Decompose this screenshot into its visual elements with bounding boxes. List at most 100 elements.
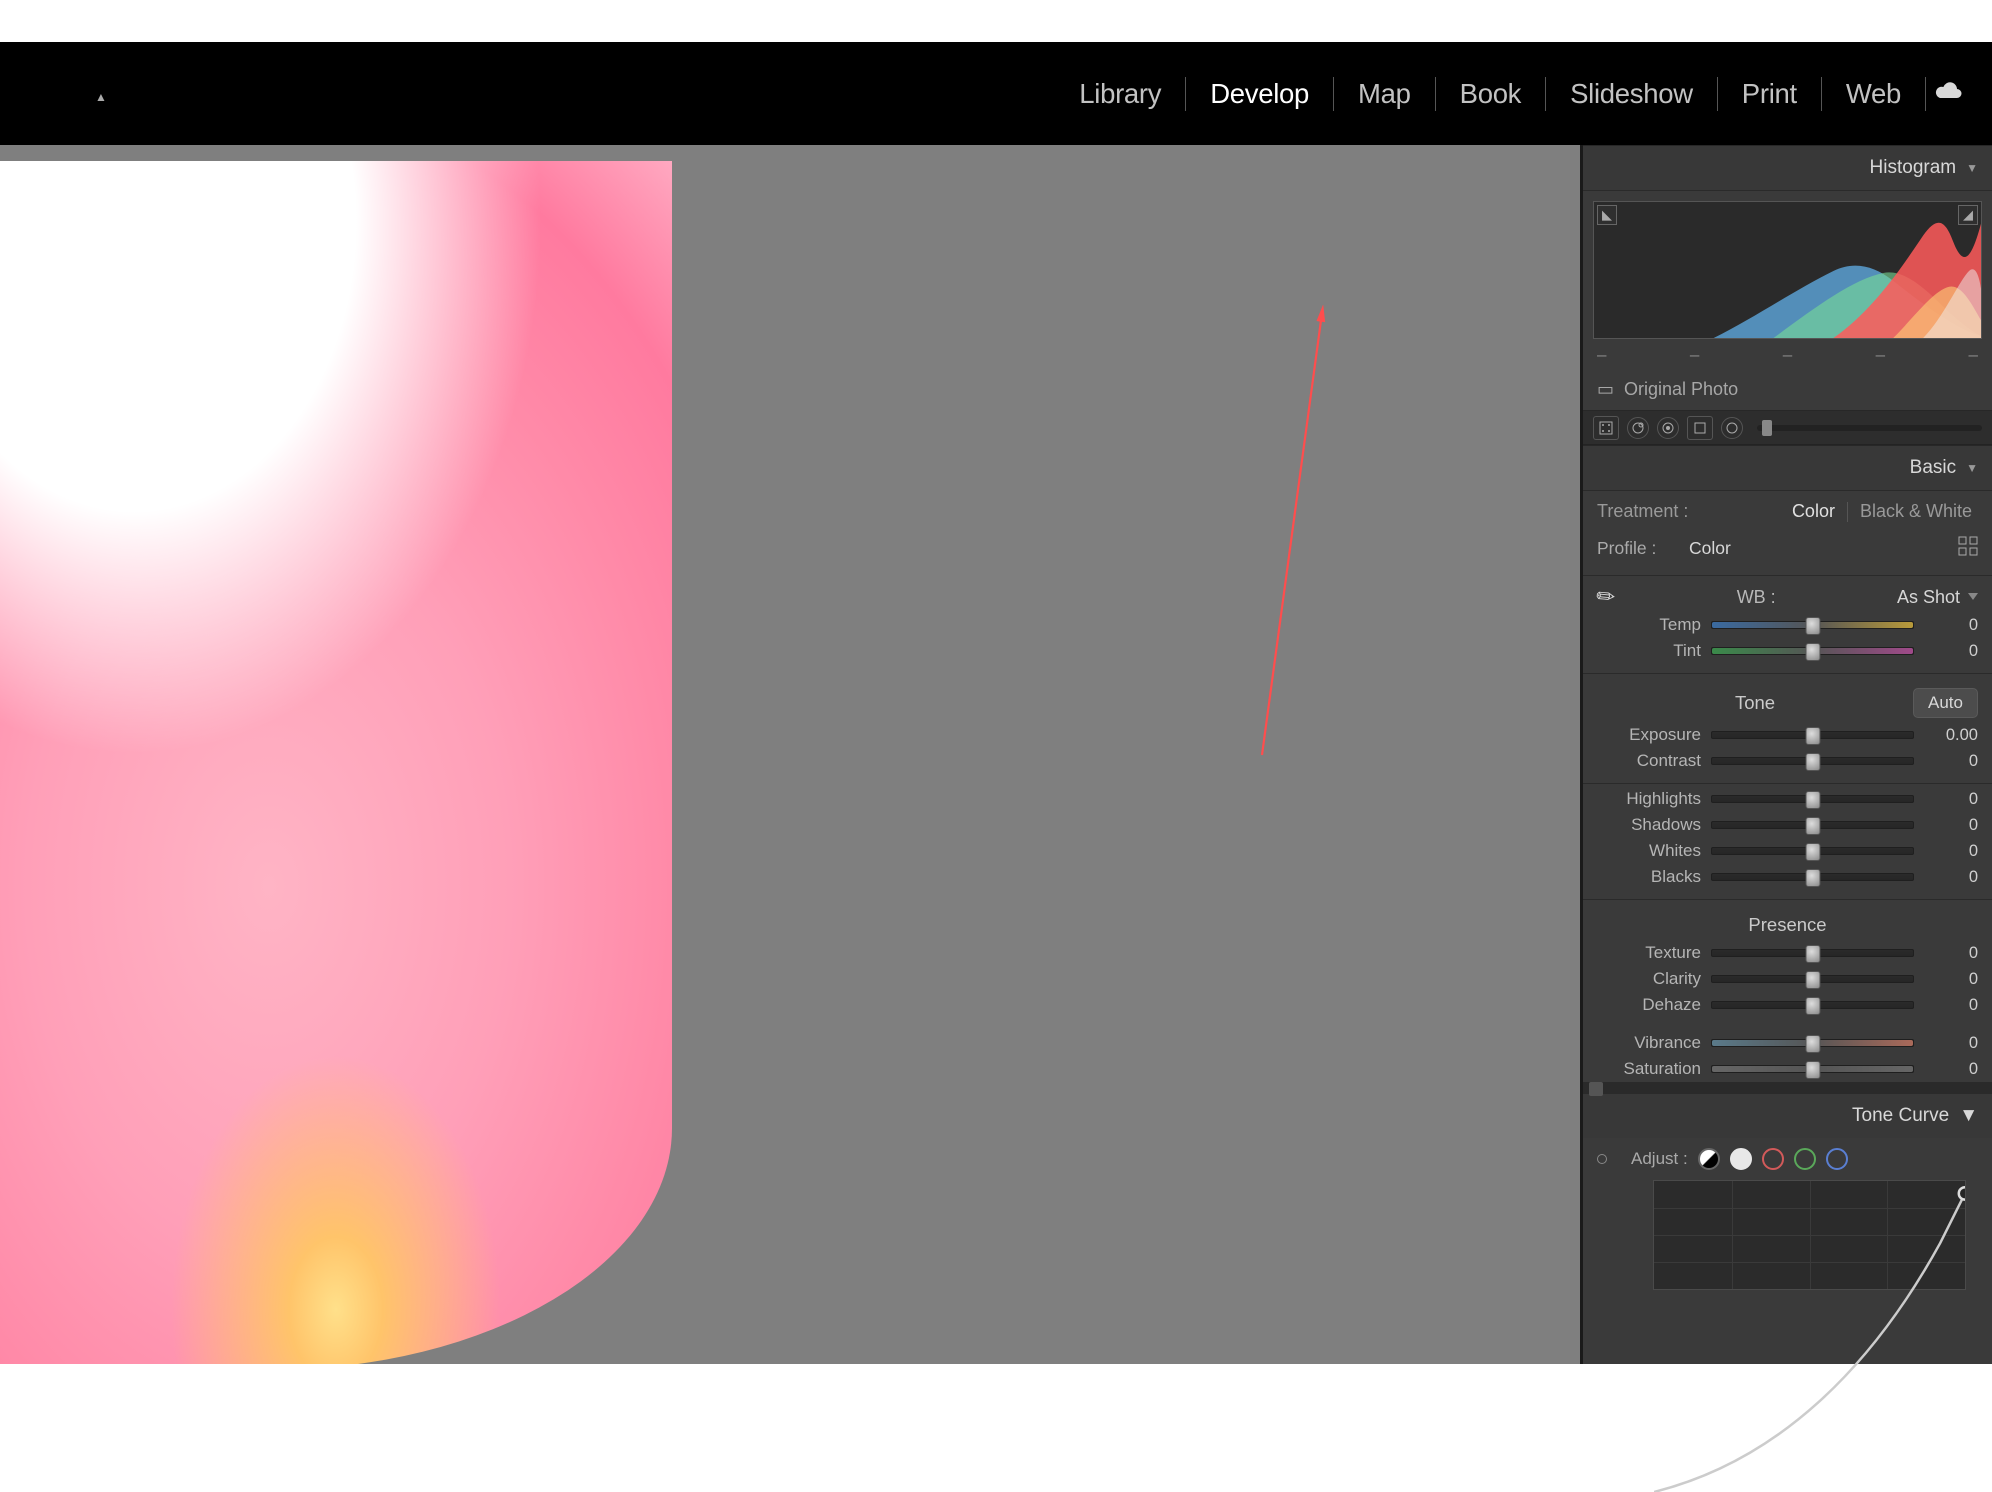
tint-value[interactable]: 0 bbox=[1924, 642, 1978, 661]
tone-curve-title: Tone Curve bbox=[1852, 1105, 1949, 1127]
temp-label: Temp bbox=[1597, 615, 1701, 635]
histogram-chart[interactable]: ◣ ◢ bbox=[1593, 201, 1982, 339]
auto-tone-button[interactable]: Auto bbox=[1913, 688, 1978, 718]
texture-slider-row: Texture 0 bbox=[1583, 940, 1992, 966]
adjust-label: Adjust : bbox=[1631, 1149, 1688, 1169]
histogram-zone-labels: – – – – – bbox=[1583, 339, 1992, 371]
contrast-value[interactable]: 0 bbox=[1924, 752, 1978, 771]
module-tab-print[interactable]: Print bbox=[1718, 78, 1821, 110]
treatment-color-option[interactable]: Color bbox=[1786, 501, 1841, 522]
window-titlebar bbox=[0, 0, 1992, 42]
basic-title: Basic bbox=[1910, 457, 1956, 479]
redeye-tool-button[interactable] bbox=[1657, 417, 1679, 439]
vibrance-slider[interactable] bbox=[1711, 1039, 1914, 1047]
highlights-value[interactable]: 0 bbox=[1924, 790, 1978, 809]
saturation-slider-row: Saturation 0 bbox=[1583, 1056, 1992, 1082]
develop-tool-strip bbox=[1583, 411, 1992, 445]
right-panel: Histogram ▼ ◣ ◢ – – – – – ▭ Original Pho… bbox=[1580, 145, 1992, 1364]
profile-dropdown[interactable]: Color bbox=[1689, 538, 1731, 559]
module-tab-book[interactable]: Book bbox=[1436, 78, 1545, 110]
curve-channel-red[interactable] bbox=[1762, 1148, 1784, 1170]
vibrance-value[interactable]: 0 bbox=[1924, 1034, 1978, 1053]
dehaze-value[interactable]: 0 bbox=[1924, 996, 1978, 1015]
presence-title: Presence bbox=[1597, 914, 1978, 936]
spot-removal-button[interactable] bbox=[1627, 417, 1649, 439]
image-canvas[interactable] bbox=[0, 145, 1580, 1364]
tone-section-header: Tone Auto bbox=[1583, 676, 1992, 722]
dehaze-slider[interactable] bbox=[1711, 1001, 1914, 1009]
clarity-slider-row: Clarity 0 bbox=[1583, 966, 1992, 992]
tint-label: Tint bbox=[1597, 641, 1701, 661]
treatment-sep bbox=[1847, 502, 1848, 522]
clarity-slider[interactable] bbox=[1711, 975, 1914, 983]
highlights-slider[interactable] bbox=[1711, 795, 1914, 803]
blacks-slider-row: Blacks 0 bbox=[1583, 864, 1992, 890]
basic-panel-header[interactable]: Basic ▼ bbox=[1583, 445, 1992, 491]
identity-plate-toggle-icon[interactable]: ▲ bbox=[95, 90, 107, 104]
texture-label: Texture bbox=[1597, 943, 1701, 963]
wb-preset-dropdown[interactable]: As Shot bbox=[1897, 587, 1978, 608]
module-tab-develop[interactable]: Develop bbox=[1186, 78, 1333, 110]
tone-curve-panel-header[interactable]: Tone Curve ▼ bbox=[1583, 1094, 1992, 1138]
original-photo-row[interactable]: ▭ Original Photo bbox=[1583, 371, 1992, 411]
collapse-icon: ▼ bbox=[1966, 161, 1978, 175]
saturation-value[interactable]: 0 bbox=[1924, 1060, 1978, 1079]
target-adjust-icon[interactable] bbox=[1597, 1154, 1607, 1164]
panel-switch-handle[interactable] bbox=[1583, 1082, 1992, 1094]
texture-value[interactable]: 0 bbox=[1924, 944, 1978, 963]
tint-slider[interactable] bbox=[1711, 647, 1914, 655]
radial-filter-button[interactable] bbox=[1721, 417, 1743, 439]
module-tab-library[interactable]: Library bbox=[1055, 78, 1185, 110]
highlights-label: Highlights bbox=[1597, 789, 1701, 809]
histo-tick: – bbox=[1690, 345, 1699, 365]
exposure-slider[interactable] bbox=[1711, 731, 1914, 739]
contrast-slider[interactable] bbox=[1711, 757, 1914, 765]
crop-tool-button[interactable] bbox=[1593, 416, 1619, 440]
whites-slider[interactable] bbox=[1711, 847, 1914, 855]
shadows-slider-row: Shadows 0 bbox=[1583, 812, 1992, 838]
treatment-bw-option[interactable]: Black & White bbox=[1854, 501, 1978, 522]
module-sep bbox=[1925, 77, 1926, 111]
texture-slider[interactable] bbox=[1711, 949, 1914, 957]
curve-channel-point[interactable] bbox=[1730, 1148, 1752, 1170]
tone-curve-graph[interactable] bbox=[1653, 1180, 1966, 1290]
profile-browser-icon[interactable] bbox=[1958, 536, 1978, 561]
curve-channel-blue[interactable] bbox=[1826, 1148, 1848, 1170]
clarity-value[interactable]: 0 bbox=[1924, 970, 1978, 989]
blacks-label: Blacks bbox=[1597, 867, 1701, 887]
tone-title: Tone bbox=[1597, 692, 1913, 714]
exposure-label: Exposure bbox=[1597, 725, 1701, 745]
module-tab-web[interactable]: Web bbox=[1822, 78, 1925, 110]
white-balance-row: ✎ WB : As Shot bbox=[1583, 576, 1992, 612]
contrast-slider-row: Contrast 0 bbox=[1583, 748, 1992, 774]
histo-tick: – bbox=[1969, 345, 1978, 365]
saturation-slider[interactable] bbox=[1711, 1065, 1914, 1073]
graduated-filter-button[interactable] bbox=[1687, 416, 1713, 440]
temp-value[interactable]: 0 bbox=[1924, 616, 1978, 635]
annotation-arrow-icon bbox=[1252, 305, 1332, 765]
histogram-panel-header[interactable]: Histogram ▼ bbox=[1583, 145, 1992, 191]
exposure-value[interactable]: 0.00 bbox=[1924, 726, 1978, 745]
vibrance-label: Vibrance bbox=[1597, 1033, 1701, 1053]
blacks-value[interactable]: 0 bbox=[1924, 868, 1978, 887]
collapse-icon: ▼ bbox=[1959, 1105, 1978, 1127]
profile-row: Profile : Color bbox=[1583, 526, 1992, 576]
module-tab-map[interactable]: Map bbox=[1334, 78, 1435, 110]
presence-section-header: Presence bbox=[1583, 902, 1992, 940]
curve-channel-parametric[interactable] bbox=[1698, 1148, 1720, 1170]
wb-eyedropper-icon[interactable]: ✎ bbox=[1591, 581, 1622, 613]
temp-slider[interactable] bbox=[1711, 621, 1914, 629]
module-tabs: Library Develop Map Book Slideshow Print… bbox=[1055, 42, 1964, 145]
profile-label: Profile : bbox=[1597, 538, 1689, 559]
shadows-slider[interactable] bbox=[1711, 821, 1914, 829]
module-tab-slideshow[interactable]: Slideshow bbox=[1546, 78, 1717, 110]
shadows-label: Shadows bbox=[1597, 815, 1701, 835]
curve-channel-green[interactable] bbox=[1794, 1148, 1816, 1170]
whites-value[interactable]: 0 bbox=[1924, 842, 1978, 861]
histo-tick: – bbox=[1783, 345, 1792, 365]
sync-cloud-icon[interactable] bbox=[1934, 80, 1964, 107]
shadows-value[interactable]: 0 bbox=[1924, 816, 1978, 835]
mask-amount-slider[interactable] bbox=[1757, 425, 1982, 431]
blacks-slider[interactable] bbox=[1711, 873, 1914, 881]
temp-slider-row: Temp 0 bbox=[1583, 612, 1992, 638]
